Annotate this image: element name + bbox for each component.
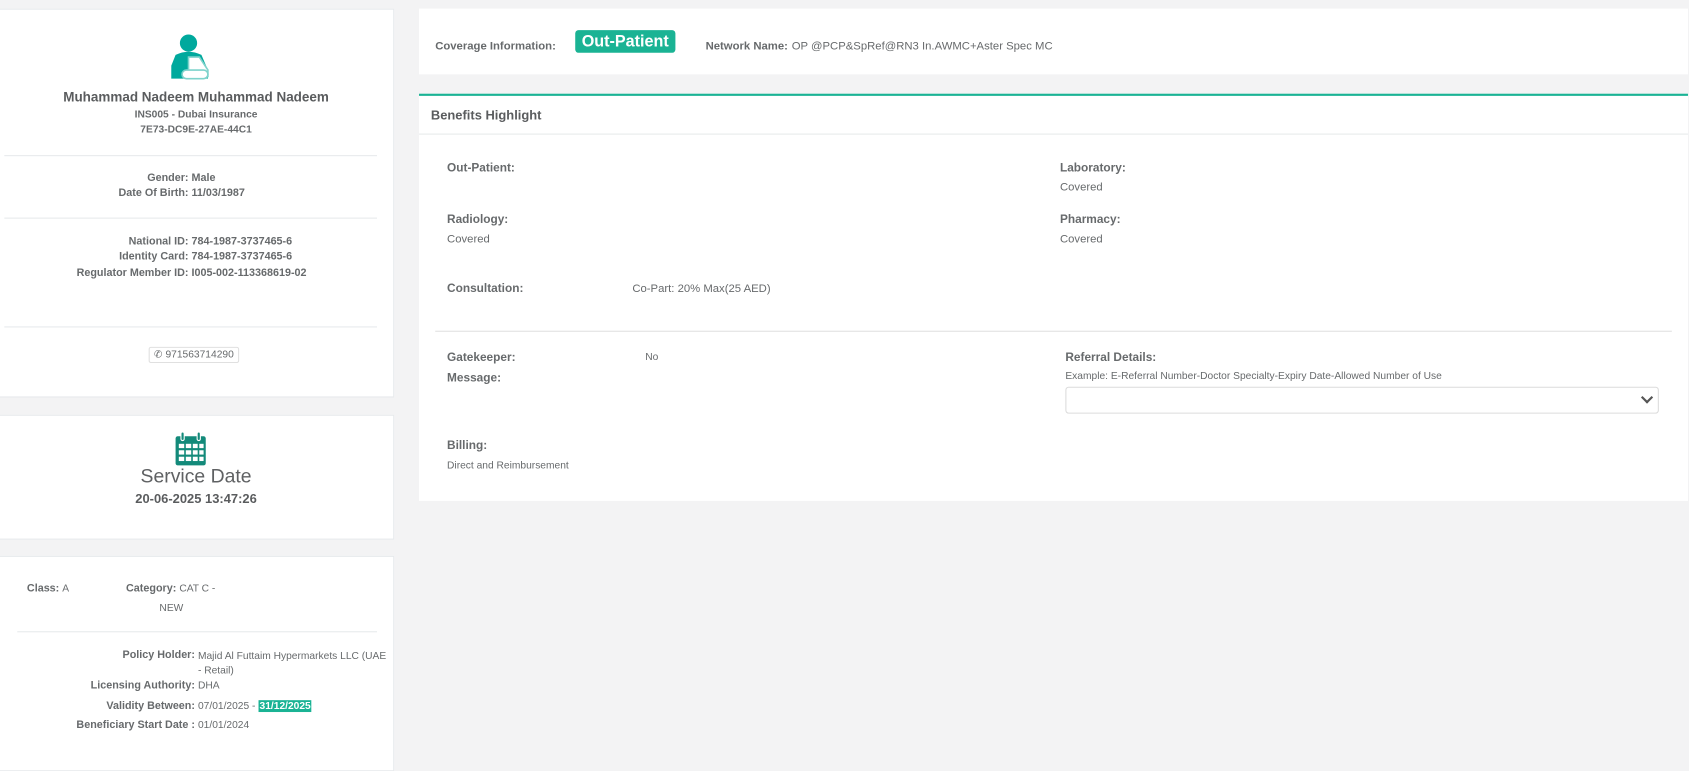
referral-example: Example: E-Referral Number-Doctor Specia…: [1065, 371, 1441, 383]
service-date-value: 20-06-2025 13:47:26: [0, 491, 393, 506]
gender-label: Gender:: [0, 172, 189, 184]
member-name: Muhammad Nadeem Muhammad Nadeem: [0, 89, 393, 104]
consultation-value: Co-Part: 20% Max(25 AED): [632, 282, 770, 295]
gender-value: Male: [192, 172, 216, 184]
benefits-title: Benefits Highlight: [431, 108, 542, 123]
national-id-value: 784-1987-3737465-6: [192, 236, 293, 248]
network-value: OP @PCP&SpRef@RN3 In.AWMC+Aster Spec MC: [792, 40, 1053, 53]
category-value: CAT C -: [179, 583, 215, 595]
patient-icon: [169, 33, 212, 80]
pharmacy-value: Covered: [1060, 233, 1103, 246]
phone-badge[interactable]: ✆ 971563714290: [149, 347, 240, 363]
national-id-label: National ID:: [0, 236, 189, 248]
billing-value: Direct and Reimbursement: [447, 460, 569, 472]
policy-holder-label: Policy Holder:: [0, 650, 195, 678]
identity-card-label: Identity Card:: [0, 251, 189, 263]
validity-from: 07/01/2025 -: [198, 700, 255, 712]
category-value-cont: NEW: [159, 602, 183, 614]
class-value: A: [62, 583, 69, 595]
laboratory-value: Covered: [1060, 181, 1103, 194]
referral-label: Referral Details:: [1065, 351, 1156, 364]
dob-value: 11/03/1987: [192, 187, 245, 199]
radiology-label: Radiology:: [447, 213, 508, 226]
policy-card: Class: A Category: CAT C - NEW Policy Ho…: [0, 556, 394, 771]
policy-holder-value: Majid Al Futtaim Hypermarkets LLC (UAE- …: [198, 650, 387, 678]
regulator-id-value: I005-002-113368619-02: [192, 267, 307, 279]
phone-number: 971563714290: [165, 349, 233, 361]
coverage-label: Coverage Information:: [435, 40, 556, 53]
network-label: Network Name:: [706, 40, 788, 53]
beneficiary-start-label: Beneficiary Start Date :: [0, 720, 195, 732]
chevron-down-icon: [1641, 391, 1653, 403]
consultation-label: Consultation:: [447, 282, 523, 295]
outpatient-label: Out-Patient:: [447, 162, 515, 175]
billing-label: Billing:: [447, 439, 487, 452]
validity-to: 31/12/2025: [258, 700, 311, 712]
benefits-card: Benefits Highlight Out-Patient: Laborato…: [419, 94, 1688, 501]
member-insurer: INS005 - Dubai Insurance: [0, 109, 393, 121]
service-date-card: Service Date 20-06-2025 13:47:26: [0, 415, 394, 540]
member-card: Muhammad Nadeem Muhammad Nadeem INS005 -…: [0, 9, 394, 398]
licensing-authority-value: DHA: [198, 680, 220, 692]
coverage-badge: Out-Patient: [575, 30, 675, 53]
coverage-card: Coverage Information: Out-Patient Networ…: [419, 9, 1688, 75]
radiology-value: Covered: [447, 233, 490, 246]
phone-icon: ✆: [154, 349, 163, 361]
service-date-title: Service Date: [0, 465, 393, 488]
message-label: Message:: [447, 372, 501, 385]
dob-label: Date Of Birth:: [0, 187, 189, 199]
member-card-id: 7E73-DC9E-27AE-44C1: [0, 124, 393, 136]
regulator-id-label: Regulator Member ID:: [0, 267, 189, 279]
pharmacy-label: Pharmacy:: [1060, 213, 1121, 226]
gatekeeper-value: No: [645, 351, 658, 363]
validity-label: Validity Between:: [0, 700, 195, 712]
referral-select[interactable]: [1065, 387, 1659, 414]
category-label: Category:: [126, 583, 176, 595]
identity-card-value: 784-1987-3737465-6: [192, 251, 293, 263]
laboratory-label: Laboratory:: [1060, 162, 1126, 175]
gatekeeper-label: Gatekeeper:: [447, 351, 516, 364]
calendar-icon: [175, 432, 207, 466]
class-label: Class:: [27, 583, 59, 595]
beneficiary-start-value: 01/01/2024: [198, 720, 249, 732]
licensing-authority-label: Licensing Authority:: [0, 680, 195, 692]
